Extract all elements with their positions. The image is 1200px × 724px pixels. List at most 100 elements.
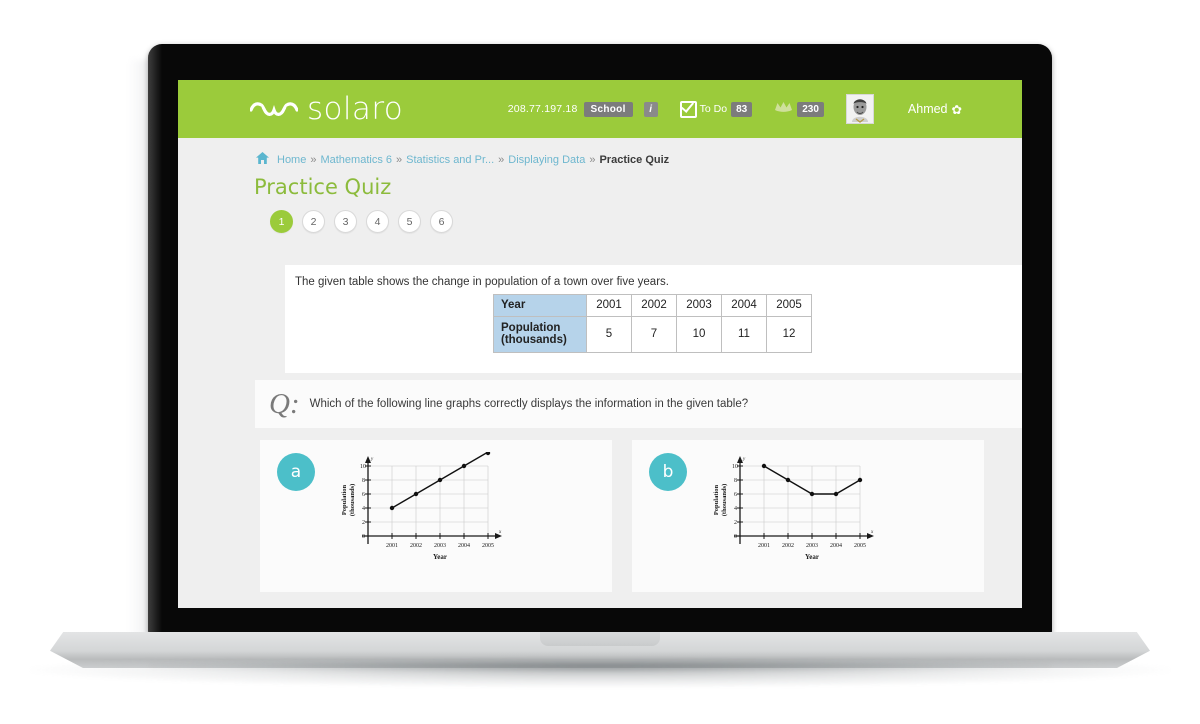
svg-text:2004: 2004 xyxy=(830,543,842,549)
svg-text:Year: Year xyxy=(805,553,819,561)
laptop-shadow-core xyxy=(150,660,1050,672)
question-pagination: 1 2 3 4 5 6 xyxy=(178,199,1022,233)
answer-option-b[interactable]: b y x 0 2 4 6 8 10 2001 2002 2003 2004 2… xyxy=(632,440,984,592)
svg-text:Year: Year xyxy=(433,553,447,561)
option-a-line-chart: y x 0 2 4 6 8 10 2001 2002 2003 2004 200… xyxy=(320,450,510,577)
svg-text:2003: 2003 xyxy=(434,543,446,549)
table-cell-year-2003: 2003 xyxy=(676,294,722,317)
svg-text:2003: 2003 xyxy=(806,543,818,549)
gear-icon: ✿ xyxy=(951,102,962,117)
svg-text:2004: 2004 xyxy=(458,543,470,549)
brand-logo[interactable]: solaro xyxy=(250,90,404,127)
svg-text:2001: 2001 xyxy=(758,543,770,549)
table-cell-pop-2005: 12 xyxy=(766,315,812,353)
page-body: Home » Mathematics 6 » Statistics and Pr… xyxy=(178,138,1022,608)
user-name: Ahmed xyxy=(907,102,948,116)
answer-options: a y x 0 2 4 6 8 10 2001 2002 2003 2004 2… xyxy=(260,440,1022,608)
table-header-population-line2: (thousands) xyxy=(501,334,567,347)
question-panel: Q: Which of the following line graphs co… xyxy=(255,380,1022,428)
svg-text:8: 8 xyxy=(734,478,737,484)
table-header-year: Year xyxy=(493,294,587,317)
ip-address: 208.77.197.18 xyxy=(507,103,578,115)
svg-text:Population: Population xyxy=(341,484,348,515)
info-icon[interactable]: i xyxy=(643,101,658,117)
svg-text:y: y xyxy=(370,457,374,462)
user-menu[interactable]: Ahmed ✿ xyxy=(908,102,962,117)
svg-text:x: x xyxy=(870,530,874,535)
table-cell-year-2001: 2001 xyxy=(586,294,632,317)
table-cell-pop-2004: 11 xyxy=(721,315,767,353)
svg-text:2002: 2002 xyxy=(782,543,794,549)
school-badge[interactable]: School xyxy=(583,101,633,117)
crown-icon xyxy=(774,100,793,118)
wave-mustache-logo-icon xyxy=(250,99,298,119)
laptop-base-notch xyxy=(540,632,660,646)
breadcrumb-item-practice-quiz: Practice Quiz xyxy=(599,153,670,166)
points-indicator[interactable]: 230 xyxy=(774,100,824,118)
pager-item-3[interactable]: 3 xyxy=(334,210,357,233)
breadcrumb-separator: » xyxy=(589,153,596,166)
table-cell-year-2005: 2005 xyxy=(766,294,812,317)
lid-highlight xyxy=(148,44,162,634)
answer-options-row-1: a y x 0 2 4 6 8 10 2001 2002 2003 2004 2… xyxy=(260,440,1022,608)
pager-item-4[interactable]: 4 xyxy=(366,210,389,233)
option-b-line-chart: y x 0 2 4 6 8 10 2001 2002 2003 2004 200… xyxy=(692,452,882,577)
todo-label: To Do xyxy=(699,103,728,115)
svg-text:2001: 2001 xyxy=(386,543,398,549)
answer-option-a[interactable]: a y x 0 2 4 6 8 10 2001 2002 2003 2004 2… xyxy=(260,440,612,592)
option-badge-a: a xyxy=(277,453,315,491)
pager-item-1[interactable]: 1 xyxy=(270,210,293,233)
brand-name: solaro xyxy=(307,90,404,127)
breadcrumb-item-displaying-data[interactable]: Displaying Data xyxy=(508,154,585,166)
svg-text:2005: 2005 xyxy=(482,543,494,549)
svg-text:(thousands): (thousands) xyxy=(721,484,728,517)
option-badge-b: b xyxy=(649,453,687,491)
breadcrumb: Home » Mathematics 6 » Statistics and Pr… xyxy=(178,138,1022,167)
svg-text:10: 10 xyxy=(732,464,738,470)
svg-text:0: 0 xyxy=(734,534,737,540)
avatar[interactable] xyxy=(845,94,874,124)
todo-indicator[interactable]: To Do 83 xyxy=(679,100,753,118)
todo-count-badge: 83 xyxy=(731,101,753,117)
svg-text:0: 0 xyxy=(362,534,365,540)
svg-text:2: 2 xyxy=(362,520,365,526)
breadcrumb-separator: » xyxy=(396,153,403,166)
stimulus-text: The given table shows the change in popu… xyxy=(295,276,669,288)
svg-text:2: 2 xyxy=(734,520,737,526)
pager-item-5[interactable]: 5 xyxy=(398,210,421,233)
table-cell-year-2002: 2002 xyxy=(631,294,677,317)
question-text: Which of the following line graphs corre… xyxy=(309,398,749,410)
svg-text:8: 8 xyxy=(362,478,365,484)
svg-text:6: 6 xyxy=(362,492,365,498)
svg-text:(thousands): (thousands) xyxy=(349,484,356,517)
breadcrumb-item-home[interactable]: Home xyxy=(277,154,306,166)
site-header: solaro 208.77.197.18 School i To Do 83 2… xyxy=(178,80,1022,138)
breadcrumb-separator: » xyxy=(498,153,505,166)
population-table: Year 2001 2002 2003 2004 2005 Population… xyxy=(493,294,812,353)
table-row-population: Population (thousands) 5 7 10 11 12 xyxy=(493,315,812,353)
table-row-year: Year 2001 2002 2003 2004 2005 xyxy=(493,294,812,317)
screenshot-stage: solaro 208.77.197.18 School i To Do 83 2… xyxy=(0,0,1200,724)
page-title: Practice Quiz xyxy=(254,175,392,199)
laptop-screen: solaro 208.77.197.18 School i To Do 83 2… xyxy=(178,80,1022,608)
breadcrumb-separator: » xyxy=(310,153,317,166)
table-cell-pop-2001: 5 xyxy=(586,315,632,353)
breadcrumb-item-mathematics-6[interactable]: Mathematics 6 xyxy=(320,154,392,166)
table-cell-year-2004: 2004 xyxy=(721,294,767,317)
svg-text:y: y xyxy=(742,457,746,462)
pager-item-2[interactable]: 2 xyxy=(302,210,325,233)
pager-item-6[interactable]: 6 xyxy=(430,210,453,233)
table-header-population-line1: Population xyxy=(501,321,561,334)
svg-text:2005: 2005 xyxy=(854,543,866,549)
table-header-population: Population (thousands) xyxy=(493,315,587,353)
svg-text:2002: 2002 xyxy=(410,543,422,549)
svg-text:10: 10 xyxy=(360,464,366,470)
breadcrumb-item-statistics[interactable]: Statistics and Pr... xyxy=(406,154,494,166)
svg-text:x: x xyxy=(498,530,502,535)
question-prefix: Q: xyxy=(269,387,300,420)
points-count-badge: 230 xyxy=(797,101,824,117)
svg-text:4: 4 xyxy=(362,506,365,512)
svg-text:4: 4 xyxy=(734,506,737,512)
svg-text:6: 6 xyxy=(734,492,737,498)
home-icon[interactable] xyxy=(256,152,269,167)
